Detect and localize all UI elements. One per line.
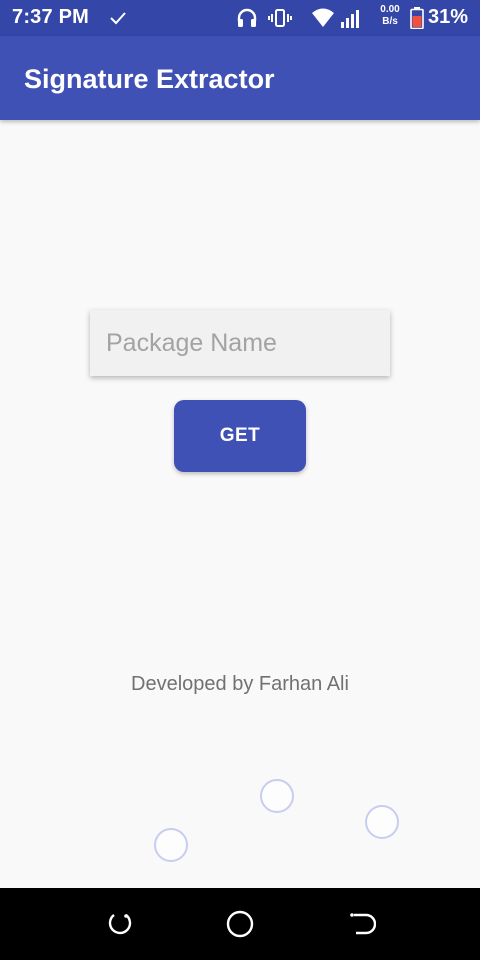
battery-icon — [410, 7, 424, 29]
back-icon[interactable] — [344, 908, 376, 940]
developer-credit: Developed by Farhan Ali — [131, 673, 349, 695]
decorative-bubble — [260, 779, 294, 813]
network-speed: 0.00 B/s — [376, 4, 404, 28]
recent-apps-icon[interactable] — [104, 908, 136, 940]
app-bar: Signature Extractor — [0, 36, 480, 120]
vibrate-icon — [268, 9, 292, 27]
status-time: 7:37 PM — [12, 6, 89, 28]
status-bar: 7:37 PM 0.00 B/s 31% — [0, 0, 480, 36]
network-speed-unit: B/s — [382, 16, 398, 27]
app-title: Signature Extractor — [24, 64, 275, 94]
wifi-icon — [312, 8, 334, 27]
headset-icon — [237, 8, 257, 27]
check-icon — [110, 12, 126, 25]
network-speed-value: 0.00 — [380, 4, 400, 15]
get-button[interactable]: GET — [174, 400, 306, 472]
decorative-bubble — [365, 805, 399, 839]
navigation-bar — [0, 888, 480, 960]
battery-percent: 31% — [428, 6, 469, 28]
home-icon[interactable] — [224, 908, 256, 940]
package-name-input[interactable] — [90, 310, 390, 376]
decorative-bubble — [154, 828, 188, 862]
signal-icon — [341, 10, 359, 28]
